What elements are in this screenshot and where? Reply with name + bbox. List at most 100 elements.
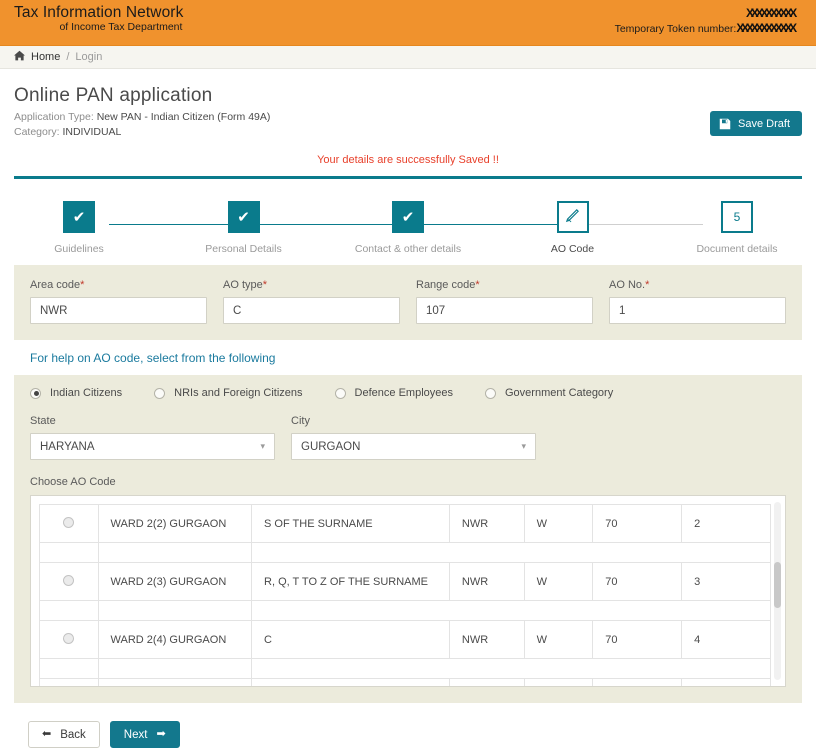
temporary-token-label: Temporary Token number:	[614, 23, 737, 35]
application-type-value: New PAN - Indian Citizen (Form 49A)	[96, 111, 271, 123]
save-draft-button[interactable]: Save Draft	[710, 111, 802, 136]
radio-icon	[154, 387, 166, 399]
field-range-code: Range code*	[416, 279, 593, 325]
row-radio-cell[interactable]	[39, 678, 99, 687]
cell-range-code: 70	[592, 678, 683, 687]
chevron-down-icon: ▾	[521, 441, 526, 452]
cell-range-code: 70	[592, 562, 683, 602]
table-spacer-row	[39, 658, 771, 680]
cell-area-code: NWR	[448, 620, 525, 660]
field-city: City GURGAON ▾	[291, 415, 536, 461]
radio-icon	[30, 387, 41, 399]
field-state: State HARYANA ▾	[30, 415, 275, 461]
label-state: State	[30, 415, 56, 428]
field-ao-no: AO No.*	[609, 279, 786, 325]
label-area-code: Area code*	[30, 279, 85, 292]
step-document-details[interactable]: 5 Document details	[672, 201, 802, 255]
cell-ward: WARD 2(5) GURGAON	[97, 678, 253, 687]
ao-help-link[interactable]: For help on AO code, select from the fol…	[30, 351, 275, 365]
state-selected-value: HARYANA	[40, 440, 95, 453]
cell-description: D	[251, 678, 450, 687]
back-button[interactable]: ⬅ Back	[28, 721, 100, 748]
field-ao-type: AO type*	[223, 279, 400, 325]
city-select[interactable]: GURGAON ▾	[291, 433, 536, 461]
breadcrumb-home-link[interactable]: Home	[31, 51, 60, 63]
step-node-contact-details: ✔	[392, 201, 424, 234]
step-number: 5	[733, 210, 741, 225]
spacer-cell	[251, 658, 771, 680]
cell-description: C	[251, 620, 450, 660]
category-value: INDIVIDUAL	[62, 126, 122, 139]
brand-subtitle: of Income Tax Department	[59, 21, 183, 34]
application-type-line: Application Type: New PAN - Indian Citiz…	[14, 110, 802, 125]
table-scrollbar-thumb[interactable]	[774, 562, 781, 609]
ao-code-table-container: WARD 2(2) GURGAON S OF THE SURNAME NWR W…	[30, 495, 786, 688]
breadcrumb-current: Login	[75, 51, 103, 63]
cell-description: R, Q, T TO Z OF THE SURNAME	[251, 562, 450, 602]
cell-ao-type: W	[523, 562, 594, 602]
spacer-cell	[251, 542, 771, 564]
step-node-personal-details: ✔	[227, 201, 260, 234]
label-range-code: Range code*	[416, 279, 480, 292]
radio-nris-foreign-citizens[interactable]: NRIs and Foreign Citizens	[154, 387, 303, 400]
cell-ward: WARD 2(2) GURGAON	[97, 504, 253, 544]
radio-icon	[63, 516, 75, 528]
radio-icon	[63, 574, 75, 586]
row-radio-cell[interactable]	[39, 620, 99, 660]
masked-user-id: XXXXXXXXXX	[745, 6, 797, 20]
radio-indian-citizens[interactable]: Indian Citizens	[30, 387, 122, 399]
row-radio-cell[interactable]	[39, 504, 99, 544]
table-spacer-row	[39, 542, 771, 564]
temporary-token-row: Temporary Token number:XXXXXXXXXXXX	[614, 21, 798, 36]
table-row[interactable]: WARD 2(4) GURGAON C NWR W 70 4	[39, 620, 771, 660]
step-personal-details[interactable]: ✔ Personal Details	[179, 201, 309, 255]
table-row[interactable]: WARD 2(5) GURGAON D NWR W 70 5	[39, 678, 771, 687]
cell-ward: WARD 2(4) GURGAON	[97, 620, 253, 660]
area-code-input[interactable]	[30, 297, 207, 325]
step-node-document-details: 5	[721, 201, 753, 234]
table-row[interactable]: WARD 2(2) GURGAON S OF THE SURNAME NWR W…	[39, 504, 771, 544]
save-draft-label: Save Draft	[738, 117, 790, 130]
back-button-label: Back	[60, 728, 86, 741]
floppy-disk-icon	[719, 118, 731, 130]
row-radio-cell[interactable]	[39, 562, 99, 602]
ao-help-bar: For help on AO code, select from the fol…	[14, 340, 802, 376]
step-ao-code[interactable]: AO Code	[508, 201, 638, 255]
radio-government-category[interactable]: Government Category	[485, 387, 613, 399]
ao-code-table: WARD 2(2) GURGAON S OF THE SURNAME NWR W…	[39, 504, 771, 687]
cell-ao-no: 5	[681, 678, 771, 687]
ao-code-table-scroll[interactable]: WARD 2(2) GURGAON S OF THE SURNAME NWR W…	[31, 496, 771, 687]
breadcrumb: Home / Login	[0, 46, 816, 69]
spacer-cell	[97, 542, 253, 564]
check-icon: ✔	[72, 208, 86, 226]
cell-area-code: NWR	[448, 562, 525, 602]
category-line: Category: INDIVIDUAL	[14, 125, 802, 140]
spacer-cell	[97, 600, 253, 622]
step-contact-details[interactable]: ✔ Contact & other details	[343, 201, 473, 255]
next-button[interactable]: Next ➡	[109, 721, 180, 748]
radio-label-nris-foreign-citizens: NRIs and Foreign Citizens	[174, 387, 303, 400]
label-ao-type: AO type*	[223, 279, 268, 292]
cell-ao-no: 3	[681, 562, 771, 602]
progress-stepper: ✔ Guidelines ✔ Personal Details ✔ Contac…	[14, 201, 802, 263]
radio-defence-employees[interactable]: Defence Employees	[334, 387, 453, 399]
table-row[interactable]: WARD 2(3) GURGAON R, Q, T TO Z OF THE SU…	[39, 562, 771, 602]
application-type-label: Application Type:	[14, 111, 94, 123]
step-label-guidelines: Guidelines	[54, 243, 104, 256]
choose-ao-code-label: Choose AO Code	[30, 476, 116, 489]
radio-icon	[485, 387, 496, 399]
step-guidelines[interactable]: ✔ Guidelines	[14, 201, 144, 255]
ao-no-input[interactable]	[609, 297, 786, 325]
range-code-input[interactable]	[416, 297, 593, 325]
ao-type-input[interactable]	[223, 297, 400, 325]
cell-ao-type: W	[523, 620, 594, 660]
pencil-icon	[564, 207, 581, 227]
arrow-left-icon: ⬅	[42, 728, 52, 741]
breadcrumb-separator: /	[66, 51, 70, 63]
form-navigation: ⬅ Back Next ➡	[14, 703, 802, 748]
check-icon: ✔	[237, 208, 250, 226]
brand-logo: Tax Information Network of Income Tax De…	[14, 4, 183, 34]
state-select[interactable]: HARYANA ▾	[30, 433, 275, 461]
ao-selection-panel: Indian Citizens NRIs and Foreign Citizen…	[14, 375, 802, 704]
spacer-cell	[251, 600, 771, 622]
